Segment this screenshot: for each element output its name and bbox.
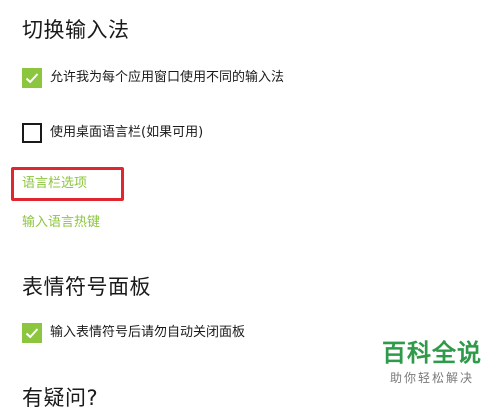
link-language-bar-options[interactable]: 语言栏选项 — [22, 175, 87, 193]
checkbox-unchecked-icon[interactable] — [22, 123, 42, 143]
link-input-language-hotkeys[interactable]: 输入语言热键 — [22, 214, 100, 232]
section-title-switch-input-method: 切换输入法 — [22, 18, 130, 42]
watermark-logo: 百科全说 助你轻松解决 — [378, 338, 486, 386]
option-emoji-no-autoclose-label: 输入表情符号后请勿自动关闭面板 — [50, 325, 246, 340]
option-emoji-no-autoclose[interactable]: 输入表情符号后请勿自动关闭面板 — [22, 322, 245, 344]
watermark-sub-text: 助你轻松解决 — [389, 371, 474, 385]
checkbox-checked-icon[interactable] — [22, 68, 42, 88]
checkbox-checked-icon[interactable] — [22, 323, 42, 343]
option-desktop-language-bar-label: 使用桌面语言栏(如果可用) — [50, 125, 204, 140]
section-title-emoji-panel: 表情符号面板 — [22, 275, 151, 299]
option-per-app-label: 允许我为每个应用窗口使用不同的输入法 — [50, 70, 285, 85]
watermark-main-text: 百科全说 — [382, 339, 482, 367]
option-desktop-language-bar[interactable]: 使用桌面语言栏(如果可用) — [22, 122, 203, 144]
option-per-app-input-method[interactable]: 允许我为每个应用窗口使用不同的输入法 — [22, 67, 284, 89]
section-title-questions: 有疑问? — [22, 386, 99, 410]
